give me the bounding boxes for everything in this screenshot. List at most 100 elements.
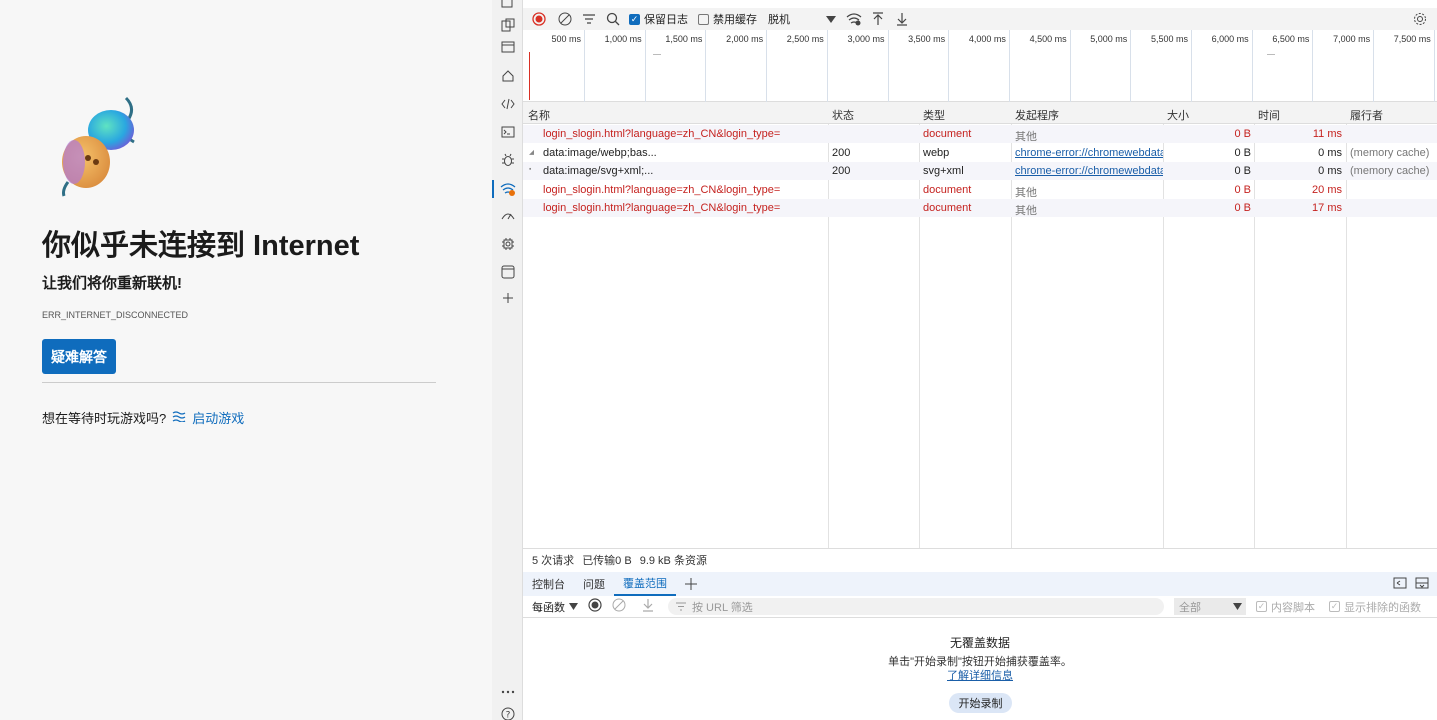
import-har-icon[interactable] <box>866 8 890 30</box>
cell-name: data:image/webp;bas... <box>543 146 657 159</box>
tab-coverage[interactable]: 覆盖范围 <box>614 572 676 596</box>
tab-console[interactable]: 控制台 <box>523 572 574 596</box>
header-fulfilled-by[interactable]: 履行者 <box>1350 107 1383 123</box>
table-row[interactable]: ▪ data:image/svg+xml;... 200 svg+xml chrome-… <box>523 162 1437 180</box>
cell-type: document <box>923 128 972 140</box>
memory-icon[interactable] <box>498 234 517 253</box>
export-har-icon[interactable] <box>890 8 914 30</box>
table-row[interactable]: login_slogin.html?language=zh_CN&login_t… <box>523 125 1437 143</box>
more-tools-icon[interactable] <box>498 682 517 701</box>
cell-status: 200 <box>832 146 851 159</box>
application-icon[interactable] <box>498 262 517 281</box>
timeline-tick-label: 6,000 ms <box>1211 34 1249 44</box>
checkbox-box <box>698 13 709 25</box>
header-size[interactable]: 大小 <box>1167 107 1189 123</box>
table-row[interactable]: ◢ data:image/webp;bas... 200 webp chrome-err… <box>523 144 1437 162</box>
network-overview-timeline[interactable]: 500 ms 1,000 ms 1,500 ms 2,000 ms 2,500 ms 3,… <box>523 30 1437 102</box>
show-excluded-checkbox[interactable]: ✓ 显示排除的函数 <box>1329 599 1421 615</box>
throttling-select[interactable]: 脱机 <box>768 8 836 30</box>
settings-gear-icon[interactable] <box>1409 8 1431 30</box>
start-instrumenting-icon[interactable] <box>588 598 602 615</box>
header-type[interactable]: 类型 <box>923 107 945 123</box>
divider <box>42 382 436 383</box>
cell-type: document <box>923 183 972 196</box>
export-icon[interactable] <box>642 598 654 615</box>
bug-icon[interactable] <box>498 150 517 169</box>
error-code: ERR_INTERNET_DISCONNECTED <box>42 310 189 320</box>
resource-type-icon: ◢ <box>529 148 535 156</box>
offline-mascot-illustration <box>62 96 135 197</box>
troubleshoot-button[interactable]: 疑难解答 <box>42 339 116 374</box>
cell-size: 0 B <box>1234 146 1251 159</box>
add-tool-icon[interactable] <box>498 288 517 307</box>
timeline-tick-label: 500 ms <box>551 34 581 44</box>
timeline-gridline <box>1433 30 1435 102</box>
type-filter-select[interactable]: 全部 <box>1174 598 1246 615</box>
network-icon[interactable] <box>498 179 517 198</box>
console-icon[interactable] <box>498 122 517 141</box>
cell-initiator: 其他 <box>1015 131 1037 143</box>
content-scripts-checkbox[interactable]: ✓ 内容脚本 <box>1256 599 1315 615</box>
cell-fulfilled-by: (memory cache) <box>1350 165 1430 177</box>
search-icon[interactable] <box>601 8 625 30</box>
home-icon[interactable] <box>498 66 517 85</box>
per-function-select[interactable]: 每函数 <box>532 599 578 615</box>
chevron-down-icon <box>826 12 836 26</box>
checkmark-icon: ✓ <box>1329 601 1340 612</box>
header-status[interactable]: 状态 <box>832 107 854 123</box>
per-function-label: 每函数 <box>532 601 565 614</box>
dock-drawer-icon[interactable] <box>1393 577 1407 592</box>
timeline-tick-label: 4,500 ms <box>1029 34 1067 44</box>
table-row[interactable]: login_slogin.html?language=zh_CN&login_t… <box>523 181 1437 199</box>
empty-title: 无覆盖数据 <box>949 636 1010 650</box>
active-panel-indicator <box>492 180 494 198</box>
cell-initiator[interactable]: chrome-error://chromewebdata <box>1015 165 1163 177</box>
close-drawer-icon[interactable] <box>1415 577 1429 592</box>
performance-icon[interactable] <box>498 206 517 225</box>
page-subtitle: 让我们将你重新联机! <box>42 275 182 292</box>
cell-size: 0 B <box>1234 183 1251 196</box>
request-bar <box>1267 54 1275 55</box>
preserve-log-checkbox[interactable]: ✓ 保留日志 <box>629 8 688 30</box>
request-bar <box>529 52 530 100</box>
browser-window-icon[interactable] <box>498 37 517 56</box>
header-name[interactable]: 名称 <box>528 107 550 123</box>
network-conditions-icon[interactable] <box>842 8 866 30</box>
timeline-tick-label: 6,500 ms <box>1272 34 1310 44</box>
disable-cache-checkbox[interactable]: 禁用缓存 <box>698 8 757 30</box>
cell-initiator: 其他 <box>1015 186 1037 199</box>
cell-size: 0 B <box>1234 202 1251 214</box>
table-row[interactable]: login_slogin.html?language=zh_CN&login_t… <box>523 199 1437 217</box>
clear-icon[interactable] <box>553 8 577 30</box>
clear-icon[interactable] <box>612 598 626 615</box>
elements-icon[interactable] <box>498 94 517 113</box>
cell-type: webp <box>923 146 950 159</box>
help-icon[interactable]: ? <box>498 704 517 720</box>
timeline-tick-label: 7,500 ms <box>1393 34 1431 44</box>
url-filter-input[interactable]: 按 URL 筛选 <box>668 598 1164 615</box>
timeline-tick-label: 2,000 ms <box>726 34 764 44</box>
header-time[interactable]: 时间 <box>1258 107 1280 123</box>
timeline-tick-label: 3,500 ms <box>908 34 946 44</box>
devtools-activity-bar: ? <box>492 0 523 720</box>
inspect-icon[interactable] <box>498 0 517 13</box>
launch-game-link[interactable]: 启动游戏 <box>192 408 244 427</box>
tab-issues[interactable]: 问题 <box>574 572 614 596</box>
cell-name: login_slogin.html?language=zh_CN&login_t… <box>543 183 781 196</box>
chevron-down-icon <box>1233 603 1242 610</box>
filter-icon[interactable] <box>577 8 601 30</box>
add-tab-icon[interactable] <box>676 572 706 596</box>
offline-page: 你似乎未连接到 Internet 让我们将你重新联机! ERR_INTERNET… <box>0 0 492 720</box>
cell-time: 17 ms <box>1312 202 1342 214</box>
type-filter-value: 全部 <box>1179 601 1201 614</box>
learn-more-link[interactable]: 了解详细信息 <box>947 670 1013 682</box>
device-emulation-icon[interactable] <box>498 15 517 34</box>
start-recording-button[interactable]: 开始录制 <box>949 693 1012 713</box>
cell-initiator[interactable]: chrome-error://chromewebdata <box>1015 147 1163 159</box>
svg-text:?: ? <box>505 710 510 720</box>
record-button[interactable] <box>525 8 553 30</box>
timeline-tick-label: 7,000 ms <box>1333 34 1371 44</box>
page-title: 你似乎未连接到 Internet <box>42 230 360 262</box>
network-toolbar: ✓ 保留日志 禁用缓存 脱机 <box>523 8 1437 30</box>
header-initiator[interactable]: 发起程序 <box>1015 107 1059 123</box>
